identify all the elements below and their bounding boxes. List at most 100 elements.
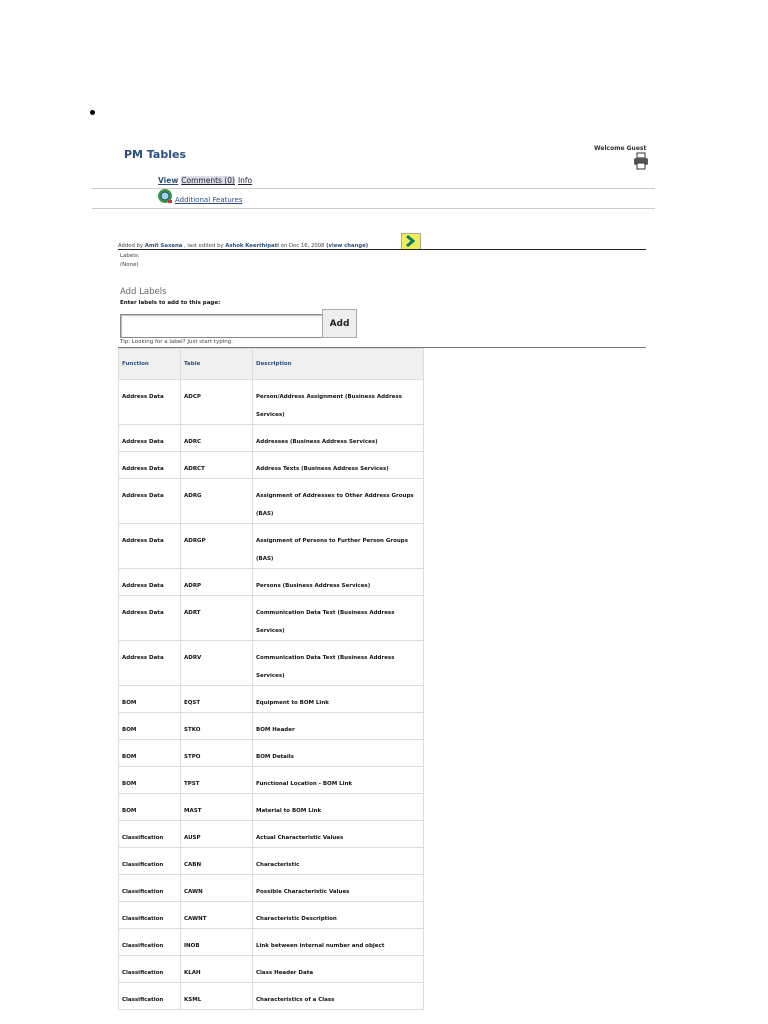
page: PM Tables Welcome Guest View Comments (0)… [0,0,768,1024]
cell-table: CAWNT [180,901,253,929]
table-row: BOM STKO BOM Header [118,712,424,740]
tab-view[interactable]: View [158,176,178,185]
divider [92,208,655,209]
cell-function: Address Data [118,640,181,686]
cell-description: BOM Header [252,712,424,740]
cell-description: Communication Data Text (Business Addres… [252,640,424,686]
cell-description: Persons (Business Address Services) [252,568,424,596]
cell-description: Characteristic [252,847,424,875]
labels-value: (None) [120,262,139,268]
cell-table: CAWN [180,874,253,902]
label-input[interactable] [120,314,326,338]
table-row: Classification KSML Characteristics of a C… [118,982,424,1010]
cell-function: Address Data [118,424,181,452]
cell-table: ADRGP [180,523,253,569]
add-labels-heading: Add Labels [120,287,167,297]
page-title: PM Tables [124,148,186,161]
cell-table: INOB [180,928,253,956]
cell-description: Communication Data Text (Business Addres… [252,595,424,641]
view-change-button[interactable] [401,233,421,250]
cell-description: Equipment to BOM Link [252,685,424,713]
table-row: Classification CAWN Possible Characteristi… [118,874,424,902]
cell-function: BOM [118,685,181,713]
cell-table: ADRP [180,568,253,596]
cell-table: STKO [180,712,253,740]
table-row: Address Data ADRV Communication Data Text … [118,640,424,686]
cell-function: Address Data [118,478,181,524]
cell-table: STPO [180,739,253,767]
cell-description: Functional Location - BOM Link [252,766,424,794]
cell-description: Possible Characteristic Values [252,874,424,902]
cell-function: Classification [118,874,181,902]
cell-function: Classification [118,982,181,1010]
table-row: Address Data ADRP Persons (Business Addres… [118,568,424,596]
page-tabs: View Comments (0) Info [158,176,255,185]
cell-function: BOM [118,712,181,740]
table-row: Address Data ADRGP Assignment of Persons t… [118,523,424,569]
header-table: Table [180,348,253,380]
cell-table: MAST [180,793,253,821]
globe-search-icon [158,189,172,203]
additional-features-link[interactable]: Additional Features [157,188,242,204]
cell-description: Assignment of Persons to Further Person … [252,523,424,569]
cell-description: Class Header Data [252,955,424,983]
cell-function: Address Data [118,451,181,479]
cell-function: Address Data [118,595,181,641]
cell-description: Assignment of Addresses to Other Address… [252,478,424,524]
header-function: Function [118,348,181,380]
header-description: Description [252,348,424,380]
table-row: BOM TPST Functional Location - BOM Link [118,766,424,794]
cell-function: BOM [118,793,181,821]
cell-description: Material to BOM Link [252,793,424,821]
table-row: Address Data ADRT Communication Data Text … [118,595,424,641]
cell-description: Link between internal number and object [252,928,424,956]
cell-function: Classification [118,955,181,983]
bullet [90,110,95,115]
add-label-button[interactable]: Add [322,309,357,338]
label-tip: Tip: Looking for a label? Just start typ… [120,339,233,345]
cell-table: ADRCT [180,451,253,479]
cell-description: Actual Characteristic Values [252,820,424,848]
cell-function: Classification [118,820,181,848]
additional-features-label: Additional Features [175,196,243,204]
cell-function: Classification [118,928,181,956]
cell-table: ADRC [180,424,253,452]
pm-tables-table: Function Table Description Address Data A… [118,348,424,1010]
cell-table: TPST [180,766,253,794]
table-row: Classification KLAH Class Header Data [118,955,424,983]
table-row: Classification AUSP Actual Characteristic … [118,820,424,848]
tab-comments[interactable]: Comments (0) [181,176,235,185]
cell-function: Address Data [118,379,181,425]
cell-function: Classification [118,901,181,929]
cell-description: Characteristic Description [252,901,424,929]
cell-table: ADRT [180,595,253,641]
table-row: Address Data ADRG Assignment of Addresses … [118,478,424,524]
labels-heading: Labels: [120,253,140,259]
cell-function: Address Data [118,523,181,569]
cell-function: Address Data [118,568,181,596]
cell-table: ADRG [180,478,253,524]
add-labels-prompt: Enter labels to add to this page: [120,300,221,306]
table-row: Classification CAWNT Characteristic Descri… [118,901,424,929]
cell-table: ADCP [180,379,253,425]
cell-table: KLAH [180,955,253,983]
cell-function: BOM [118,739,181,767]
arrow-icon [406,234,416,248]
table-row: Address Data ADRCT Address Texts (Business… [118,451,424,479]
cell-description: Addresses (Business Address Services) [252,424,424,452]
table-row: BOM STPO BOM Details [118,739,424,767]
cell-table: ADRV [180,640,253,686]
cell-description: Characteristics of a Class [252,982,424,1010]
cell-table: AUSP [180,820,253,848]
table-row: Classification CABN Characteristic [118,847,424,875]
table-row: BOM MAST Material to BOM Link [118,793,424,821]
table-row: BOM EQST Equipment to BOM Link [118,685,424,713]
tab-info[interactable]: Info [238,176,252,185]
welcome-text: Welcome Guest [594,145,647,152]
cell-function: Classification [118,847,181,875]
printer-icon[interactable] [632,152,650,170]
table-row: Address Data ADCP Person/Address Assignmen… [118,379,424,425]
cell-description: Address Texts (Business Address Services… [252,451,424,479]
cell-table: EQST [180,685,253,713]
table-row: Classification INOB Link between internal … [118,928,424,956]
